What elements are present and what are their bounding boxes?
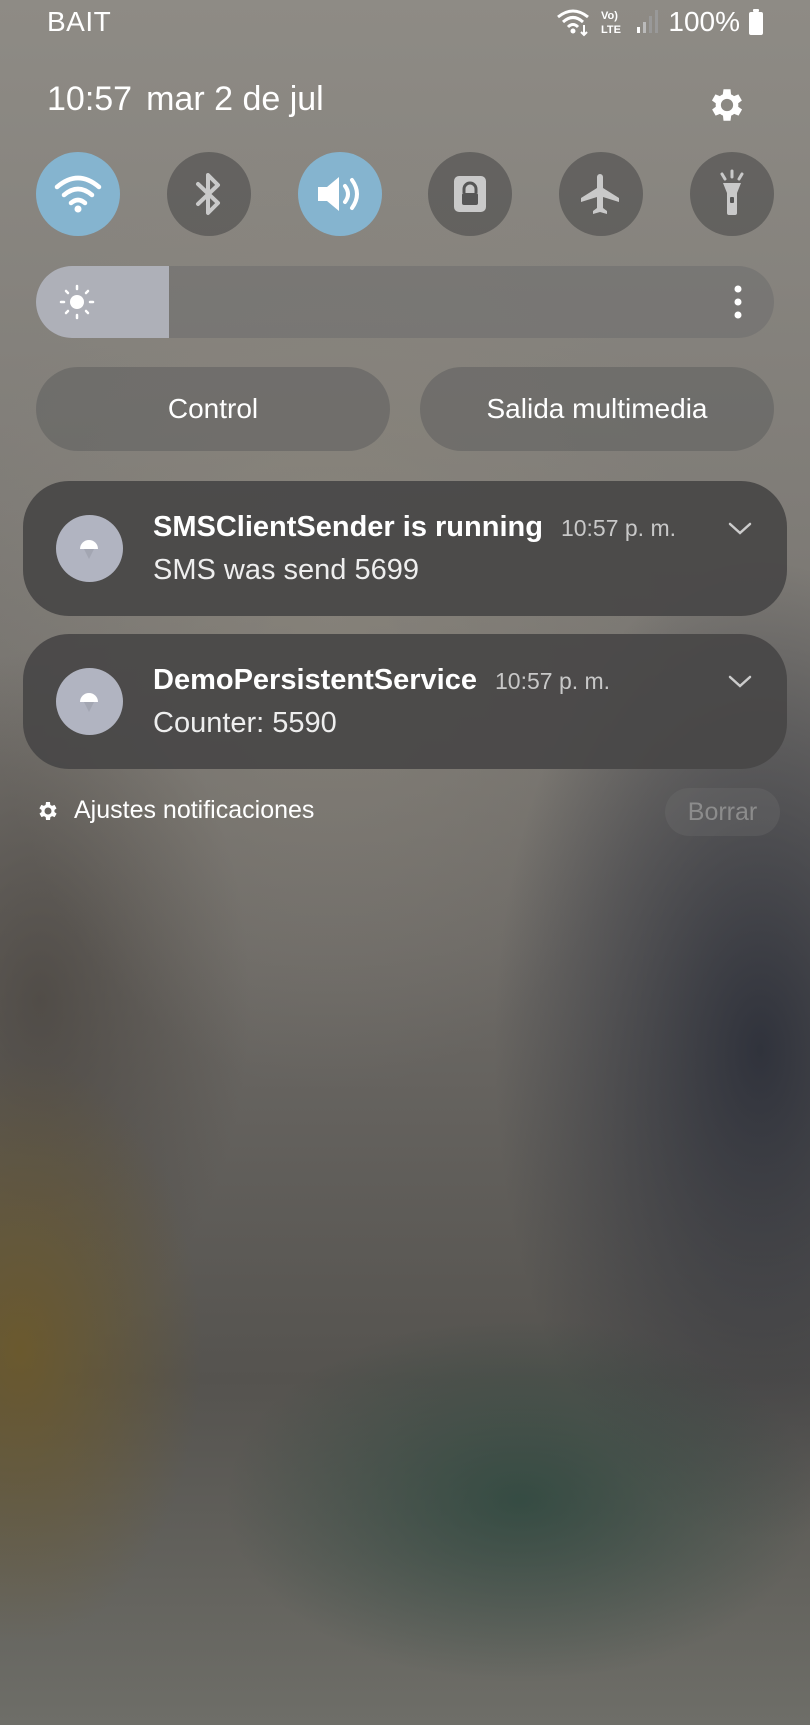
notification-card[interactable]: SMSClientSender is running 10:57 p. m. S… <box>23 481 787 616</box>
gear-icon <box>39 801 57 820</box>
clock-date[interactable]: mar 2 de jul <box>146 80 324 118</box>
settings-button[interactable] <box>706 84 748 126</box>
notification-title: DemoPersistentService <box>153 664 477 696</box>
airplane-tile[interactable] <box>559 152 644 236</box>
notification-settings-label: Ajustes notificaciones <box>74 796 315 824</box>
flashlight-icon <box>720 169 744 215</box>
brightness-slider[interactable] <box>36 266 774 338</box>
android-app-icon <box>80 693 98 712</box>
control-button[interactable]: Control <box>36 367 390 451</box>
notification-header: SMSClientSender is running 10:57 p. m. <box>153 511 676 544</box>
status-icons: Vo) LTE 100% <box>556 6 764 38</box>
svg-text:Vo): Vo) <box>601 10 618 22</box>
quick-tiles <box>36 152 774 236</box>
bluetooth-tile[interactable] <box>166 152 251 236</box>
flashlight-tile[interactable] <box>689 152 774 236</box>
sun-icon <box>59 284 95 320</box>
chevron-down-icon[interactable] <box>727 521 753 537</box>
app-icon <box>56 668 123 735</box>
notification-body: Counter: 5590 <box>153 707 337 739</box>
bluetooth-icon <box>195 173 220 215</box>
status-bar: BAIT Vo) LTE 100% <box>0 0 810 46</box>
notification-card[interactable]: DemoPersistentService 10:57 p. m. Counte… <box>23 634 787 769</box>
notification-title: SMSClientSender is running <box>153 511 543 543</box>
signal-icon <box>637 10 659 33</box>
notification-settings-link[interactable]: Ajustes notificaciones <box>36 796 314 825</box>
notification-time: 10:57 p. m. <box>560 515 677 541</box>
airplane-icon <box>581 174 620 214</box>
media-output-button[interactable]: Salida multimedia <box>420 367 774 451</box>
notification-time: 10:57 p. m. <box>495 668 611 694</box>
carrier-label: BAIT <box>47 6 112 37</box>
clear-button[interactable]: Borrar <box>665 788 780 836</box>
volume-icon <box>317 177 359 211</box>
rotation-lock-tile[interactable] <box>428 152 513 236</box>
more-options-icon[interactable] <box>732 284 744 320</box>
notification-header: DemoPersistentService 10:57 p. m. <box>153 664 610 697</box>
lock-icon <box>454 176 487 212</box>
battery-icon <box>749 9 763 35</box>
chevron-down-icon[interactable] <box>727 674 753 690</box>
clock-row: 10:57 mar 2 de jul <box>47 80 338 119</box>
wifi-calling-icon <box>557 9 590 37</box>
brightness-fill[interactable] <box>36 266 169 338</box>
volte-icon: Vo) LTE <box>601 10 621 36</box>
svg-text:LTE: LTE <box>601 24 621 36</box>
gear-icon <box>711 89 743 121</box>
battery-percent: 100% <box>668 6 740 37</box>
app-icon <box>56 515 123 582</box>
clock-time[interactable]: 10:57 <box>47 80 132 118</box>
notification-body: SMS was send 5699 <box>153 554 419 586</box>
wifi-icon <box>54 175 102 213</box>
sound-tile[interactable] <box>297 152 382 236</box>
wifi-tile[interactable] <box>36 152 120 236</box>
android-app-icon <box>80 540 98 559</box>
